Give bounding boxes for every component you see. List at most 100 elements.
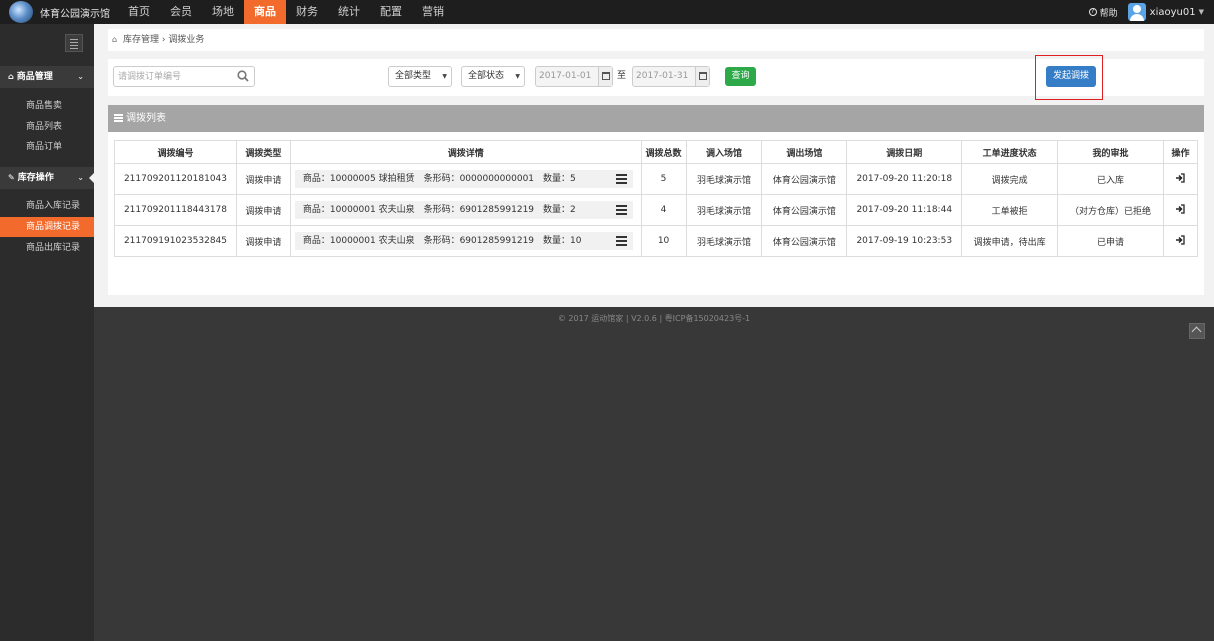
table-row: 211709191023532845 调拨申请 商品：10000001 农夫山泉… bbox=[114, 225, 1199, 257]
help-link[interactable]: ? 帮助 bbox=[1088, 6, 1118, 19]
date-to-field[interactable]: 2017-01-31 bbox=[632, 66, 710, 87]
list-icon bbox=[114, 114, 123, 122]
sidebar-group-label: 商品管理 bbox=[16, 72, 53, 82]
table-row: 211709201118443178 调拨申请 商品：10000001 农夫山泉… bbox=[114, 194, 1199, 226]
sidebar-item-goods-list[interactable]: 商品列表 bbox=[0, 117, 94, 137]
sign-in-icon[interactable] bbox=[1175, 172, 1186, 183]
sidebar-group-goods[interactable]: ⌂ 商品管理 ⌄ bbox=[0, 66, 94, 88]
nav-item-members[interactable]: 会员 bbox=[160, 0, 202, 24]
cell-detail: 商品：10000005 球拍租赁 条形码：0000000000001 数量：5 bbox=[289, 163, 642, 195]
cell-progress: 调拨完成 bbox=[961, 163, 1059, 195]
breadcrumb-parent[interactable]: 库存管理 bbox=[123, 35, 159, 45]
status-select[interactable]: 全部状态 ▼ bbox=[461, 66, 525, 87]
sidebar-group-label: 库存操作 bbox=[17, 173, 54, 183]
date-to-value: 2017-01-31 bbox=[636, 71, 689, 81]
cell-date: 2017-09-20 11:20:18 bbox=[846, 163, 963, 195]
home-icon: ⌂ bbox=[8, 72, 14, 81]
panel-header: 调拨列表 bbox=[108, 105, 1204, 132]
cell-approval: 已申请 bbox=[1057, 225, 1164, 257]
wrench-icon: ✎ bbox=[8, 173, 15, 182]
chevron-down-icon: ⌄ bbox=[77, 72, 84, 81]
column-header: 调拨详情 bbox=[289, 140, 642, 164]
cell-to-venue: 羽毛球演示馆 bbox=[685, 163, 763, 195]
cell-progress: 调拨申请，待出库 bbox=[961, 225, 1059, 257]
username[interactable]: xiaoyu01 bbox=[1150, 7, 1196, 18]
cell-transfer-id: 211709191023532845 bbox=[114, 225, 237, 257]
column-header: 调拨编号 bbox=[114, 140, 237, 164]
footer: © 2017 运动馆家 | V2.0.6 | 粤ICP备15020423号-1 bbox=[557, 314, 751, 323]
cell-transfer-id: 211709201118443178 bbox=[114, 194, 237, 226]
scroll-to-top-icon[interactable] bbox=[1189, 323, 1205, 339]
cell-transfer-type: 调拨申请 bbox=[235, 163, 291, 195]
sidebar-toggle-icon[interactable] bbox=[65, 34, 83, 52]
column-header: 调出场馆 bbox=[761, 140, 848, 164]
cell-action bbox=[1162, 163, 1199, 195]
detail-list-icon[interactable] bbox=[615, 174, 627, 184]
column-header: 操作 bbox=[1162, 140, 1199, 164]
detail-text: 商品：10000001 农夫山泉 条形码：6901285991219 数量：2 bbox=[302, 205, 576, 215]
sign-in-icon[interactable] bbox=[1175, 203, 1186, 214]
calendar-icon[interactable] bbox=[695, 67, 709, 86]
detail-list-icon[interactable] bbox=[615, 205, 627, 215]
panel-title: 调拨列表 bbox=[126, 113, 166, 124]
nav-item-home[interactable]: 首页 bbox=[118, 0, 160, 24]
detail-text: 商品：10000001 农夫山泉 条形码：6901285991219 数量：10 bbox=[302, 236, 582, 246]
breadcrumb: ⌂ 库存管理 › 调拨业务 bbox=[108, 29, 1204, 51]
cell-approval: （对方仓库）已拒绝 bbox=[1057, 194, 1164, 226]
nav-item-goods[interactable]: 商品 bbox=[244, 0, 286, 24]
panel-body: 调拨编号 调拨类型 调拨详情 调拨总数 调入场馆 调出场馆 调拨日期 工单进度状… bbox=[108, 132, 1204, 295]
column-header: 调入场馆 bbox=[685, 140, 763, 164]
main-nav: 首页 会员 场地 商品 财务 统计 配置 营销 bbox=[118, 0, 454, 24]
calendar-icon[interactable] bbox=[598, 67, 612, 86]
caret-down-icon: ▼ bbox=[515, 73, 520, 80]
user-avatar-icon[interactable] bbox=[1127, 3, 1146, 21]
date-range-separator: 至 bbox=[617, 71, 627, 81]
sidebar-item-transfer[interactable]: 商品调拨记录 bbox=[0, 217, 94, 237]
nav-item-marketing[interactable]: 营销 bbox=[412, 0, 454, 24]
column-header: 调拨总数 bbox=[640, 140, 687, 164]
type-select[interactable]: 全部类型 ▼ bbox=[388, 66, 452, 87]
detail-list-icon[interactable] bbox=[615, 236, 627, 246]
query-button[interactable]: 查询 bbox=[725, 67, 756, 86]
cell-date: 2017-09-20 11:18:44 bbox=[846, 194, 963, 226]
search-icon[interactable] bbox=[237, 70, 249, 82]
cell-from-venue: 体育公园演示馆 bbox=[761, 225, 848, 257]
date-from-field[interactable]: 2017-01-01 bbox=[535, 66, 613, 87]
chevron-down-icon: ⌄ bbox=[77, 173, 84, 182]
cell-to-venue: 羽毛球演示馆 bbox=[685, 194, 763, 226]
cell-approval: 已入库 bbox=[1057, 163, 1164, 195]
cell-total: 5 bbox=[640, 163, 687, 195]
table-row: 211709201120181043 调拨申请 商品：10000005 球拍租赁… bbox=[114, 163, 1199, 195]
nav-item-config[interactable]: 配置 bbox=[370, 0, 412, 24]
chevron-down-icon[interactable]: ▼ bbox=[1199, 8, 1204, 16]
cell-detail: 商品：10000001 农夫山泉 条形码：6901285991219 数量：10 bbox=[289, 225, 642, 257]
cell-progress: 工单被拒 bbox=[961, 194, 1059, 226]
cell-date: 2017-09-19 10:23:53 bbox=[846, 225, 963, 257]
date-from-value: 2017-01-01 bbox=[539, 71, 592, 81]
nav-item-stats[interactable]: 统计 bbox=[328, 0, 370, 24]
detail-box: 商品：10000001 农夫山泉 条形码：6901285991219 数量：2 bbox=[294, 201, 633, 219]
sidebar-item-stock-in[interactable]: 商品入库记录 bbox=[0, 196, 94, 216]
transfer-table: 调拨编号 调拨类型 调拨详情 调拨总数 调入场馆 调出场馆 调拨日期 工单进度状… bbox=[114, 140, 1199, 257]
detail-box: 商品：10000001 农夫山泉 条形码：6901285991219 数量：10 bbox=[294, 232, 633, 250]
sidebar-item-goods-sale[interactable]: 商品售卖 bbox=[0, 96, 94, 116]
nav-item-venues[interactable]: 场地 bbox=[202, 0, 244, 24]
type-select-value: 全部类型 bbox=[395, 71, 432, 81]
cell-transfer-type: 调拨申请 bbox=[235, 225, 291, 257]
sidebar-group-inventory[interactable]: ✎ 库存操作 ⌄ bbox=[0, 167, 94, 189]
column-header: 我的审批 bbox=[1057, 140, 1164, 164]
cell-to-venue: 羽毛球演示馆 bbox=[685, 225, 763, 257]
breadcrumb-current: 调拨业务 bbox=[168, 35, 205, 45]
detail-text: 商品：10000005 球拍租赁 条形码：0000000000001 数量：5 bbox=[302, 174, 576, 184]
brand-name: 体育公园演示馆 bbox=[40, 9, 110, 20]
search-input[interactable] bbox=[118, 70, 233, 84]
detail-box: 商品：10000005 球拍租赁 条形码：0000000000001 数量：5 bbox=[294, 170, 633, 188]
caret-down-icon: ▼ bbox=[442, 73, 447, 80]
top-bar: 体育公园演示馆 首页 会员 场地 商品 财务 统计 配置 营销 ? 帮助 xia… bbox=[0, 0, 1214, 24]
sign-in-icon[interactable] bbox=[1175, 234, 1186, 245]
help-label: 帮助 bbox=[1099, 8, 1118, 19]
sidebar-item-goods-orders[interactable]: 商品订单 bbox=[0, 137, 94, 157]
sidebar-item-stock-out[interactable]: 商品出库记录 bbox=[0, 238, 94, 258]
cell-detail: 商品：10000001 农夫山泉 条形码：6901285991219 数量：2 bbox=[289, 194, 642, 226]
nav-item-finance[interactable]: 财务 bbox=[286, 0, 328, 24]
